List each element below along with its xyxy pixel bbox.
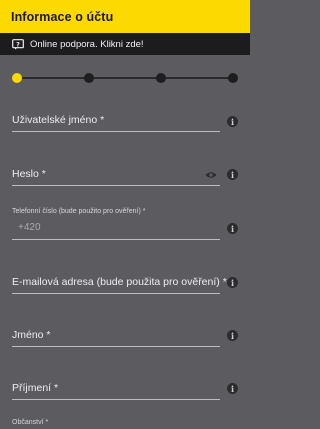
phone-info-icon[interactable]: i bbox=[227, 223, 238, 234]
first-name-field[interactable]: Jméno * bbox=[12, 329, 220, 347]
password-underline bbox=[12, 185, 220, 186]
step-1-dot bbox=[12, 73, 22, 83]
password-label: Heslo * bbox=[12, 168, 46, 180]
online-support-banner[interactable]: ? Online podpora. Klikni zde! bbox=[0, 33, 250, 55]
chat-question-icon: ? bbox=[12, 38, 24, 50]
first-name-underline bbox=[12, 346, 220, 347]
step-4-dot bbox=[228, 73, 238, 83]
username-field[interactable]: Uživatelské jméno * bbox=[12, 114, 220, 132]
password-info-icon[interactable]: i bbox=[227, 169, 238, 180]
app-bar: Informace o účtu bbox=[0, 0, 250, 33]
last-name-label: Příjmení * bbox=[12, 382, 59, 394]
username-underline bbox=[12, 131, 220, 132]
username-info-icon[interactable]: i bbox=[227, 116, 238, 127]
last-name-info-icon[interactable]: i bbox=[227, 383, 238, 394]
phone-prefix-value: +420 bbox=[18, 222, 41, 233]
phone-underline bbox=[12, 239, 220, 240]
stepper-line bbox=[16, 77, 234, 79]
progress-stepper bbox=[12, 73, 238, 83]
svg-text:?: ? bbox=[16, 40, 20, 48]
first-name-info-icon[interactable]: i bbox=[227, 330, 238, 341]
email-field[interactable]: E-mailová adresa (bude použita pro ověře… bbox=[12, 276, 227, 294]
last-name-underline bbox=[12, 399, 220, 400]
citizenship-field[interactable]: Občanství * bbox=[12, 419, 220, 426]
password-field[interactable]: Heslo * bbox=[12, 168, 220, 186]
phone-label: Telefonní číslo (bude použito pro ověřen… bbox=[12, 208, 146, 215]
phone-field[interactable]: Telefonní číslo (bude použito pro ověřen… bbox=[12, 208, 220, 240]
username-label: Uživatelské jméno * bbox=[12, 114, 105, 126]
email-info-icon[interactable]: i bbox=[227, 277, 238, 288]
first-name-label: Jméno * bbox=[12, 329, 51, 341]
step-2-dot bbox=[84, 73, 94, 83]
step-3-dot bbox=[156, 73, 166, 83]
last-name-field[interactable]: Příjmení * bbox=[12, 382, 220, 400]
email-underline bbox=[12, 293, 220, 294]
email-label: E-mailová adresa (bude použita pro ověře… bbox=[12, 276, 227, 288]
show-password-eye-icon[interactable] bbox=[205, 171, 217, 179]
online-support-text: Online podpora. Klikni zde! bbox=[30, 38, 144, 50]
page-title: Informace o účtu bbox=[11, 9, 114, 24]
citizenship-label: Občanství * bbox=[12, 419, 49, 426]
